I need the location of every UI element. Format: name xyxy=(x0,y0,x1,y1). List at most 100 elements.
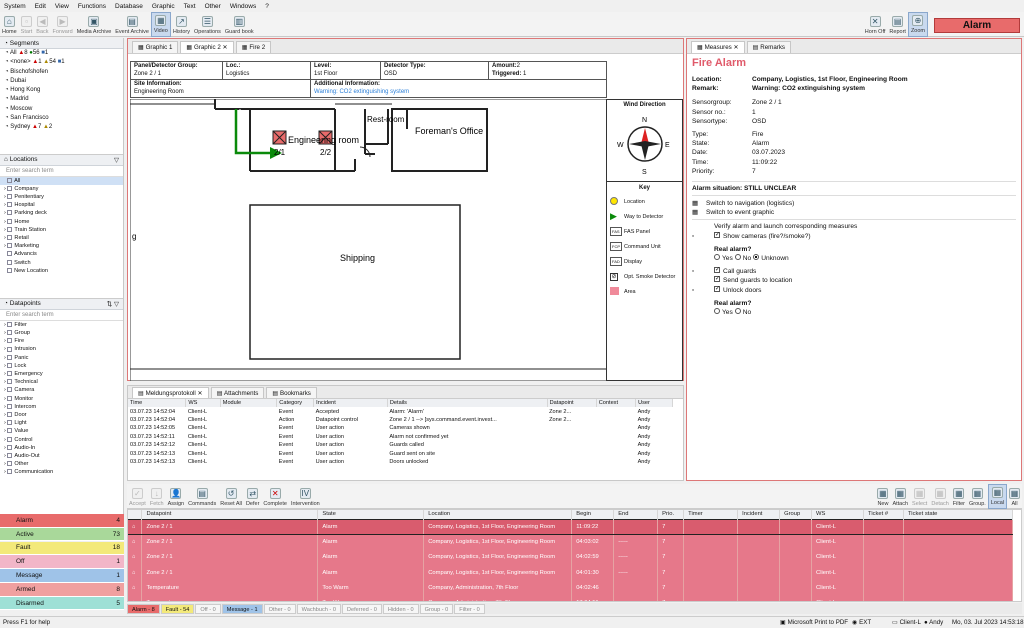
datapoint-item[interactable]: › Group xyxy=(0,329,123,337)
location-item[interactable]: › Parking deck xyxy=(0,209,123,217)
intervention-button[interactable]: IV Intervention xyxy=(289,484,322,509)
datapoints-search-input[interactable]: Enter search term xyxy=(0,310,123,321)
grid-column-header[interactable]: Incident xyxy=(737,510,781,519)
menu-item[interactable]: System xyxy=(4,3,26,10)
tab-fire-2[interactable]: ▦ Fire 2 xyxy=(235,41,272,53)
tab-graphic-1[interactable]: ▦ Graphic 1 xyxy=(132,41,179,53)
datapoint-item[interactable]: › Control xyxy=(0,436,123,444)
menu-item[interactable]: Text xyxy=(184,3,196,10)
log-column-header[interactable]: Module xyxy=(220,399,278,408)
status-counter-active[interactable]: Active 73 xyxy=(0,527,124,542)
filter-tab[interactable]: Message - 1 xyxy=(221,603,263,614)
datapoint-item[interactable]: › Intrusion xyxy=(0,345,123,353)
event-graphic-link[interactable]: ▦ Switch to event graphic xyxy=(692,208,1016,221)
attach-button[interactable]: ▦ Attach xyxy=(890,484,910,509)
filter-tab[interactable]: Filter - 0 xyxy=(454,603,485,614)
all-button[interactable]: ▦ All xyxy=(1007,484,1022,509)
event-row[interactable]: ⌂TemperatureToo WarmCompany, Administrat… xyxy=(128,580,1014,596)
log-row[interactable]: 03.07.23 14:52:13 Client-L Event User actio… xyxy=(128,458,673,466)
commands-button[interactable]: ▤ Commands xyxy=(186,484,218,509)
log-row[interactable]: 03.07.23 14:52:12 Client-L Event User actio… xyxy=(128,441,673,449)
segment-item[interactable]: ◔ Bischofshofen xyxy=(0,68,123,77)
segment-item[interactable]: ◔ Hong Kong xyxy=(0,86,123,95)
log-row[interactable]: 03.07.23 14:52:04 Client-L Event Accepted Al… xyxy=(128,407,673,415)
event-row[interactable]: ⌂ Zone 2 / 1 Alarm Company, Logistics, 1st … xyxy=(128,549,1014,565)
forward-button[interactable]: ▶ Forward xyxy=(51,12,75,37)
datapoint-item[interactable]: › Lock xyxy=(0,362,123,370)
report-button[interactable]: ▤ Report xyxy=(887,12,908,37)
filter-tab[interactable]: Off - 0 xyxy=(195,603,221,614)
log-column-header[interactable]: Details xyxy=(387,399,548,408)
log-row[interactable]: 03.07.23 14:52:04 Client-L Action Datapoint… xyxy=(128,416,673,424)
datapoint-item[interactable]: › Camera xyxy=(0,386,123,394)
nav-link[interactable]: ▦ Switch to navigation (logistics) xyxy=(692,199,1016,208)
location-item[interactable]: › Penitentiary xyxy=(0,193,123,201)
event-row[interactable]: ⌂ Zone 2 / 1 Alarm Company, Logistics, 1st … xyxy=(128,534,1014,550)
complete-button[interactable]: ✕ Complete xyxy=(261,484,289,509)
filter-tab[interactable]: Alarm - 8 xyxy=(127,603,160,614)
media-archive-button[interactable]: ▣ Media Archive xyxy=(75,12,114,37)
log-column-header[interactable]: Incident xyxy=(313,399,388,408)
location-item[interactable]: › Company xyxy=(0,185,123,193)
tab-measures[interactable]: ▦ Measures ✕ xyxy=(691,41,745,53)
filter-tab[interactable]: Group - 0 xyxy=(419,603,454,614)
event-row[interactable]: ⌂ Zone 2 / 1 Alarm Company, Logistics, 1st … xyxy=(128,518,1014,535)
log-column-header[interactable]: Context xyxy=(596,399,637,408)
datapoint-item[interactable]: › Filter xyxy=(0,321,123,329)
log-row[interactable]: 03.07.23 14:52:13 Client-L Event User actio… xyxy=(128,449,673,457)
grid-column-header[interactable]: Ticket # xyxy=(863,510,904,519)
zoom-button[interactable]: ⊕ Zoom xyxy=(907,12,928,37)
datapoint-item[interactable]: › Emergency xyxy=(0,370,123,378)
history-button[interactable]: ↗ History xyxy=(171,12,192,37)
reset-all-button[interactable]: ↺ Reset All xyxy=(218,484,244,509)
status-counter-off[interactable]: Off 1 xyxy=(0,555,124,569)
log-row[interactable]: 03.07.23 14:52:05 Client-L Event User actio… xyxy=(128,424,673,432)
datapoint-item[interactable]: › Fire xyxy=(0,337,123,345)
menu-item[interactable]: Other xyxy=(205,3,221,10)
tab-bookmarks[interactable]: ▤ Bookmarks xyxy=(266,387,317,398)
close-icon[interactable]: ✕ xyxy=(198,390,203,397)
grid-column-header[interactable]: Location xyxy=(423,510,573,519)
datapoint-item[interactable]: › Technical xyxy=(0,378,123,386)
no-radio[interactable] xyxy=(734,308,741,315)
tab-meldungsprotokoll[interactable]: ▤ Meldungsprotokoll ✕ xyxy=(132,387,209,398)
menu-item[interactable]: Edit xyxy=(35,3,46,10)
new-button[interactable]: ▦ New xyxy=(875,484,890,509)
status-counter-disarmed[interactable]: Disarmed 5 xyxy=(0,596,124,611)
start-button[interactable]: ▫ Start xyxy=(19,12,35,37)
datapoint-item[interactable]: › Monitor xyxy=(0,395,123,403)
datapoint-item[interactable]: › Audio-In xyxy=(0,444,123,452)
log-row[interactable]: 03.07.23 14:52:11 Client-L Event User actio… xyxy=(128,433,673,441)
fetch-button[interactable]: ↓ Fetch xyxy=(148,484,166,509)
datapoint-item[interactable]: › Communication xyxy=(0,468,123,476)
grid-column-header[interactable]: Ticket state xyxy=(903,510,1014,519)
location-item[interactable]: › Train Station xyxy=(0,226,123,234)
location-item[interactable]: › Home xyxy=(0,218,123,226)
filter-icon[interactable]: ▽ xyxy=(114,156,119,164)
grid-column-header[interactable]: End xyxy=(613,510,659,519)
yes-radio[interactable] xyxy=(714,308,720,315)
menu-item[interactable]: Graphic xyxy=(152,3,175,10)
tab-attachments[interactable]: ▤ Attachments xyxy=(210,387,265,398)
close-icon[interactable]: ✕ xyxy=(733,44,738,51)
operations-button[interactable]: ☰ Operations xyxy=(192,12,223,37)
video-button[interactable]: ▦ Video xyxy=(150,12,171,37)
datapoint-item[interactable]: › Audio-Out xyxy=(0,452,123,460)
horn-off-button[interactable]: ✕ Horn Off xyxy=(863,12,888,37)
event-row[interactable]: ⌂TemperatureToo WarmCompany, Administrat… xyxy=(128,595,1014,601)
accept-button[interactable]: ✓ Accept xyxy=(127,484,148,509)
unknown-radio[interactable] xyxy=(753,254,760,261)
event-archive-button[interactable]: ▤ Event Archive xyxy=(113,12,151,37)
location-item[interactable]: All xyxy=(0,176,123,185)
log-column-header[interactable]: Datapoint xyxy=(547,399,597,408)
log-column-header[interactable]: WS xyxy=(185,399,221,408)
segment-item[interactable]: ◔ Moscow xyxy=(0,105,123,114)
guard-book-button[interactable]: ▥ Guard book xyxy=(223,12,256,37)
tab-remarks[interactable]: ▤ Remarks xyxy=(746,41,792,53)
menu-item[interactable]: Database xyxy=(115,3,143,10)
log-column-header[interactable]: Category xyxy=(276,399,315,408)
unlock-doors-checkbox[interactable]: ✓ xyxy=(714,285,720,292)
assign-button[interactable]: 👤 Assign xyxy=(166,484,187,509)
home-button[interactable]: ⌂ Home xyxy=(0,12,19,37)
menu-item[interactable]: ? xyxy=(265,3,269,10)
